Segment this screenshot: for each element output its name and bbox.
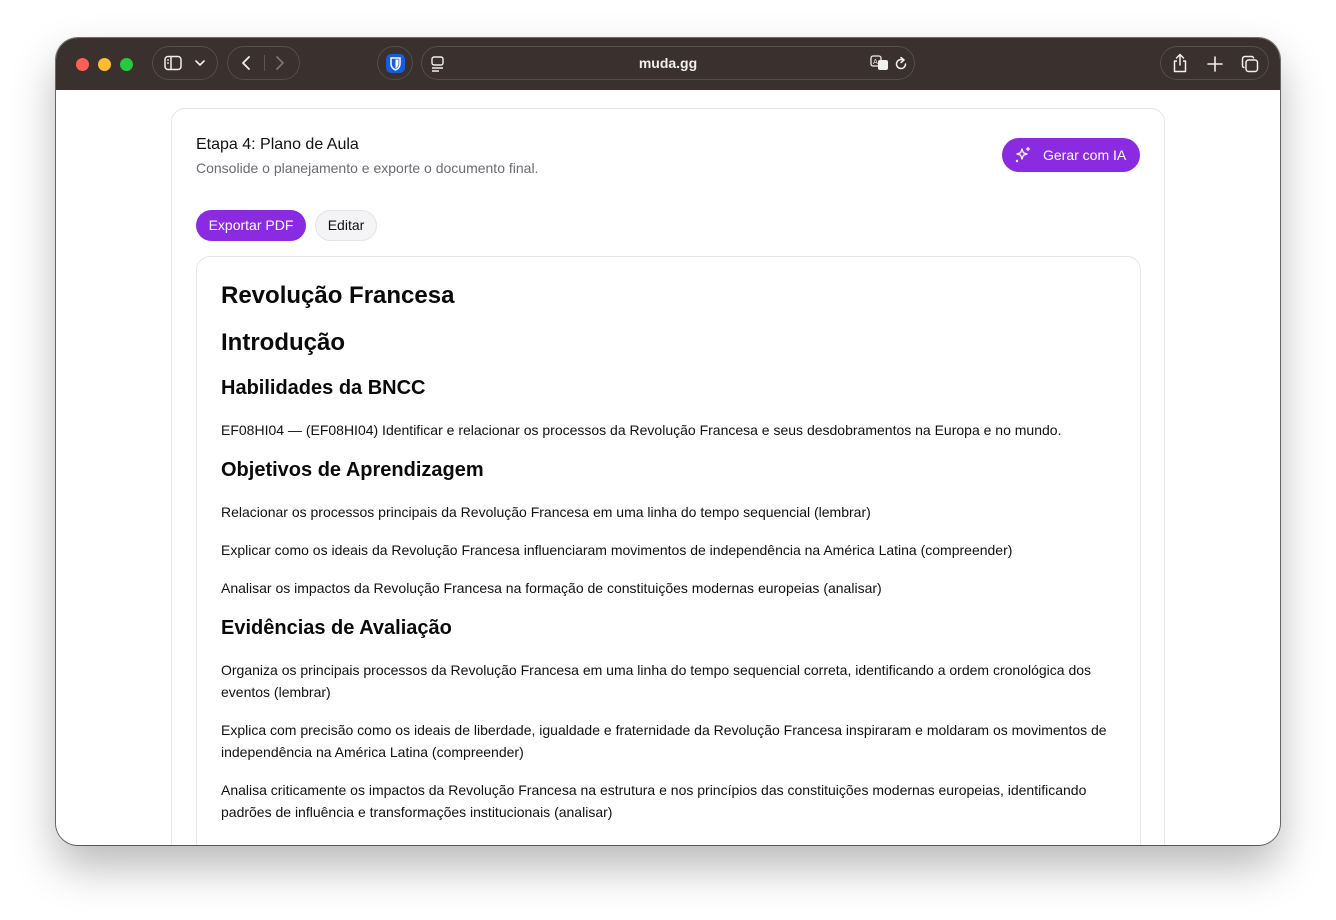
password-manager-extension[interactable]: [377, 46, 413, 80]
nav-divider: [264, 55, 265, 71]
new-tab-icon[interactable]: [1207, 56, 1223, 72]
objectives-heading: Objetivos de Aprendizagem: [221, 459, 484, 481]
minimize-window-button[interactable]: [98, 58, 111, 71]
browser-window: muda.gg A Etapa 4: Plano de Aula Consoli…: [56, 38, 1280, 845]
translate-icon[interactable]: A: [870, 55, 890, 71]
sidebar-toggle-button[interactable]: [152, 46, 218, 80]
share-icon[interactable]: [1172, 53, 1188, 73]
reload-icon[interactable]: [894, 56, 908, 72]
lesson-plan-card: Etapa 4: Plano de Aula Consolide o plane…: [171, 108, 1165, 845]
generate-with-ai-button[interactable]: Gerar com IA: [1002, 138, 1140, 172]
objective-item: Relacionar os processos principais da Re…: [221, 504, 871, 520]
evidence-item: Organiza os principais processos da Revo…: [221, 662, 1092, 700]
bncc-heading: Habilidades da BNCC: [221, 377, 426, 399]
evidence-item: Analisa criticamente os impactos da Revo…: [221, 782, 1087, 820]
close-window-button[interactable]: [76, 58, 89, 71]
page-content: Etapa 4: Plano de Aula Consolide o plane…: [56, 90, 1280, 845]
forward-arrow-icon[interactable]: [274, 55, 286, 71]
chevron-down-icon: [195, 60, 205, 66]
tab-overview-icon[interactable]: [1241, 55, 1259, 73]
url-text: muda.gg: [638, 55, 698, 71]
address-bar[interactable]: muda.gg A: [421, 46, 915, 80]
step-subtitle: Consolide o planejamento e exporte o doc…: [196, 160, 539, 176]
evidence-item: Explica com precisão como os ideais de l…: [221, 722, 1107, 760]
sparkles-icon: [1015, 146, 1031, 163]
intro-heading: Introdução: [221, 329, 345, 356]
svg-text:A: A: [873, 58, 878, 66]
objective-item: Analisar os impactos da Revolução France…: [221, 580, 882, 596]
edit-button[interactable]: Editar: [315, 210, 377, 241]
generate-with-ai-label: Gerar com IA: [1043, 147, 1127, 163]
toolbar-actions: [1160, 46, 1269, 80]
bncc-item: EF08HI04 — (EF08HI04) Identificar e rela…: [221, 422, 1062, 438]
back-arrow-icon[interactable]: [240, 55, 252, 71]
export-pdf-button[interactable]: Exportar PDF: [196, 210, 306, 241]
lesson-plan-document: Revolução Francesa Introdução Habilidade…: [196, 256, 1141, 845]
zoom-window-button[interactable]: [120, 58, 133, 71]
screenshot-stage: muda.gg A Etapa 4: Plano de Aula Consoli…: [0, 0, 1336, 920]
document-title: Revolução Francesa: [221, 282, 455, 309]
shield-icon: [386, 54, 405, 73]
step-title: Etapa 4: Plano de Aula: [196, 136, 359, 153]
objective-item: Explicar como os ideais da Revolução Fra…: [221, 542, 1013, 558]
sidebar-icon: [164, 55, 182, 71]
navigation-group: [227, 46, 300, 80]
browser-toolbar: muda.gg A: [56, 38, 1280, 90]
evidence-heading: Evidências de Avaliação: [221, 617, 452, 639]
